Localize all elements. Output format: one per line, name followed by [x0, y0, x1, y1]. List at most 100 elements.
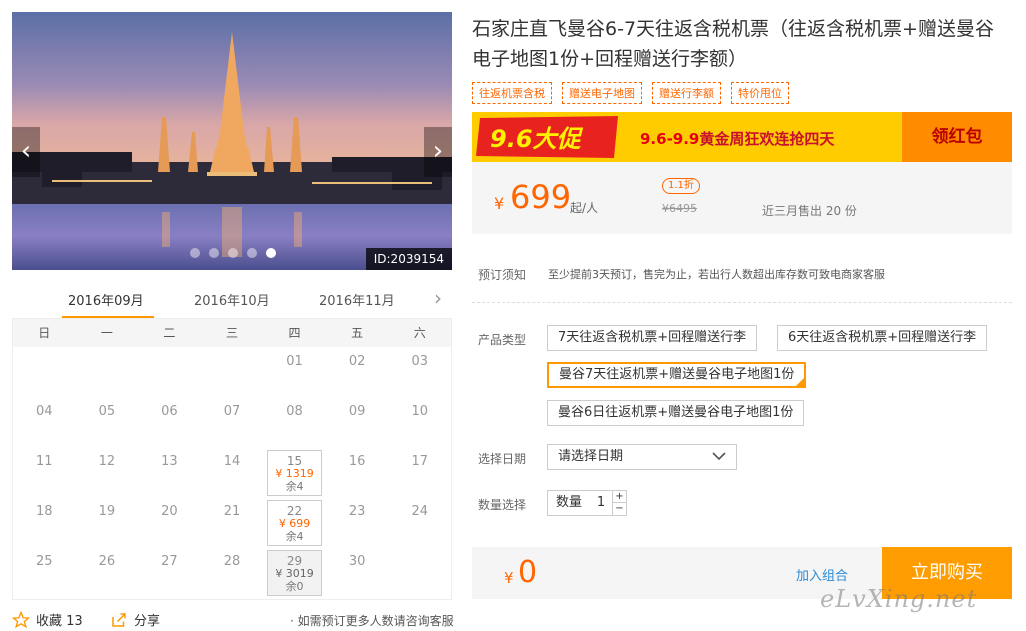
image-id-badge: ID:2039154	[365, 248, 452, 270]
calendar-day: 26	[76, 547, 139, 597]
product-title: 石家庄直飞曼谷6-7天往返含税机票（往返含税机票+赠送曼谷电子地图1份+回程赠送…	[472, 18, 994, 70]
weekday-label: 六	[413, 326, 426, 340]
total-price: 0	[518, 555, 538, 590]
product-option[interactable]: 曼谷6日往返机票+赠送曼谷电子地图1份	[547, 400, 805, 426]
tab-month-1[interactable]: 2016年09月	[68, 290, 144, 309]
original-price: ¥6495	[662, 202, 697, 215]
calendar-day: 14	[201, 447, 264, 497]
weekday-label: 四	[288, 326, 301, 340]
day-number: 06	[161, 404, 178, 419]
quantity-increment-button[interactable]: +	[612, 491, 626, 503]
star-icon	[12, 610, 30, 628]
day-number: 26	[98, 554, 116, 569]
calendar-day: 19	[76, 497, 139, 547]
calendar-next-month-icon[interactable]: ›	[434, 286, 442, 310]
day-number: 03	[411, 354, 428, 369]
carousel-dot[interactable]	[190, 248, 200, 258]
tag: 特价甩位	[731, 82, 789, 104]
weekday-header: 日一二三四五六	[13, 319, 451, 347]
product-type-label: 产品类型	[478, 333, 527, 347]
carousel-dots	[190, 248, 276, 258]
day-number: 25	[36, 554, 53, 569]
day-number	[138, 347, 201, 354]
carousel-dot[interactable]	[209, 248, 219, 258]
quantity-row-label: 数量选择	[478, 498, 527, 512]
day-number: 16	[348, 454, 366, 469]
calendar-day-available[interactable]: 15 ¥ 1319 余4	[267, 450, 322, 496]
product-image-carousel: ‹ › ID:2039154	[12, 12, 452, 270]
day-number: 17	[411, 454, 428, 469]
calendar-day	[201, 347, 264, 397]
day-number: 08	[286, 404, 303, 419]
product-option-selected[interactable]: 曼谷7天往返机票+赠送曼谷电子地图1份	[547, 362, 807, 388]
carousel-prev-button[interactable]: ‹	[12, 127, 40, 177]
favorite-button[interactable]: 收藏 13	[12, 610, 83, 629]
day-number: 27	[161, 554, 178, 569]
favorite-label: 收藏 13	[36, 614, 83, 629]
day-number: 15	[286, 454, 303, 468]
share-icon	[112, 612, 126, 627]
calendar-day: 25	[13, 547, 76, 597]
tag: 往返机票含税	[472, 82, 552, 104]
product-tags: 往返机票含税 赠送电子地图 赠送行李额 特价甩位	[472, 82, 789, 104]
day-number: 11	[36, 454, 53, 469]
calendar-day: 05	[76, 397, 139, 447]
calendar-day-available[interactable]: 22 ¥ 699 余4	[267, 500, 322, 546]
carousel-dot[interactable]	[247, 248, 257, 258]
carousel-next-button[interactable]: ›	[424, 127, 452, 177]
calendar-day: 13	[138, 447, 201, 497]
sold-count: 近三月售出 20 份	[762, 204, 857, 218]
carousel-dot[interactable]	[228, 248, 238, 258]
price-unit: 起/人	[570, 201, 599, 215]
tab-month-3[interactable]: 2016年11月	[319, 290, 395, 309]
quantity-label: 数量	[556, 495, 583, 510]
red-packet-button[interactable]: 领红包	[902, 112, 1012, 162]
calendar-day: 27	[138, 547, 201, 597]
day-number	[201, 347, 264, 354]
carousel-dot-active[interactable]	[266, 248, 276, 258]
quantity-decrement-button[interactable]: −	[612, 503, 626, 515]
quantity-input[interactable]: 1	[594, 491, 608, 515]
price-calendar: 日一二三四五六 01 02 03 04 05 06 07 08 09 10 11 12 13 14 15 ¥ …	[12, 318, 452, 600]
calendar-day: 18	[13, 497, 76, 547]
day-number	[13, 347, 76, 354]
weekday-label: 一	[100, 326, 113, 340]
day-number: 07	[223, 404, 241, 419]
calendar-day: 23	[326, 497, 389, 547]
consult-note: · 如需预订更多人数请咨询客服	[290, 614, 454, 628]
day-number: 05	[98, 404, 116, 419]
calendar-day: 28	[201, 547, 264, 597]
day-number: 29	[286, 554, 303, 568]
temple-photo	[12, 12, 452, 270]
calendar-day	[388, 547, 451, 597]
share-button[interactable]: 分享	[110, 610, 160, 629]
weekday-label: 二	[163, 326, 176, 340]
price-currency: ¥	[494, 194, 505, 213]
tab-month-2[interactable]: 2016年10月	[194, 290, 270, 309]
calendar-day: 30	[326, 547, 389, 597]
calendar-day: 02	[326, 347, 389, 397]
total-currency: ¥	[504, 569, 514, 587]
tag: 赠送行李额	[652, 82, 721, 104]
weekday-label: 日	[38, 326, 51, 340]
calendar-day: 24	[388, 497, 451, 547]
date-select-value: 请选择日期	[558, 449, 624, 464]
day-number: 04	[36, 404, 53, 419]
product-option[interactable]: 7天往返含税机票+回程赠送行李	[547, 325, 758, 351]
weekday-label: 五	[351, 326, 364, 340]
add-combo-link[interactable]: 加入组合	[796, 565, 848, 584]
calendar-day-available[interactable]: 29 ¥ 3019 余0	[267, 550, 322, 596]
calendar-day: 08	[263, 397, 326, 447]
calendar-day: 07	[201, 397, 264, 447]
product-option[interactable]: 6天往返含税机票+回程赠送行李	[777, 325, 988, 351]
day-number: 02	[348, 354, 366, 369]
date-select[interactable]: 请选择日期	[547, 444, 737, 470]
promo-banner[interactable]: 9.6大促 9.6-9.9黄金周狂欢连抢四天 领红包	[472, 112, 1012, 162]
calendar-day: 11	[13, 447, 76, 497]
divider	[472, 302, 1012, 303]
day-price: ¥ 3019	[275, 567, 314, 580]
date-label: 选择日期	[478, 452, 527, 466]
calendar-day: 04	[13, 397, 76, 447]
day-price: ¥ 1319	[275, 467, 314, 480]
calendar-day	[13, 347, 76, 397]
